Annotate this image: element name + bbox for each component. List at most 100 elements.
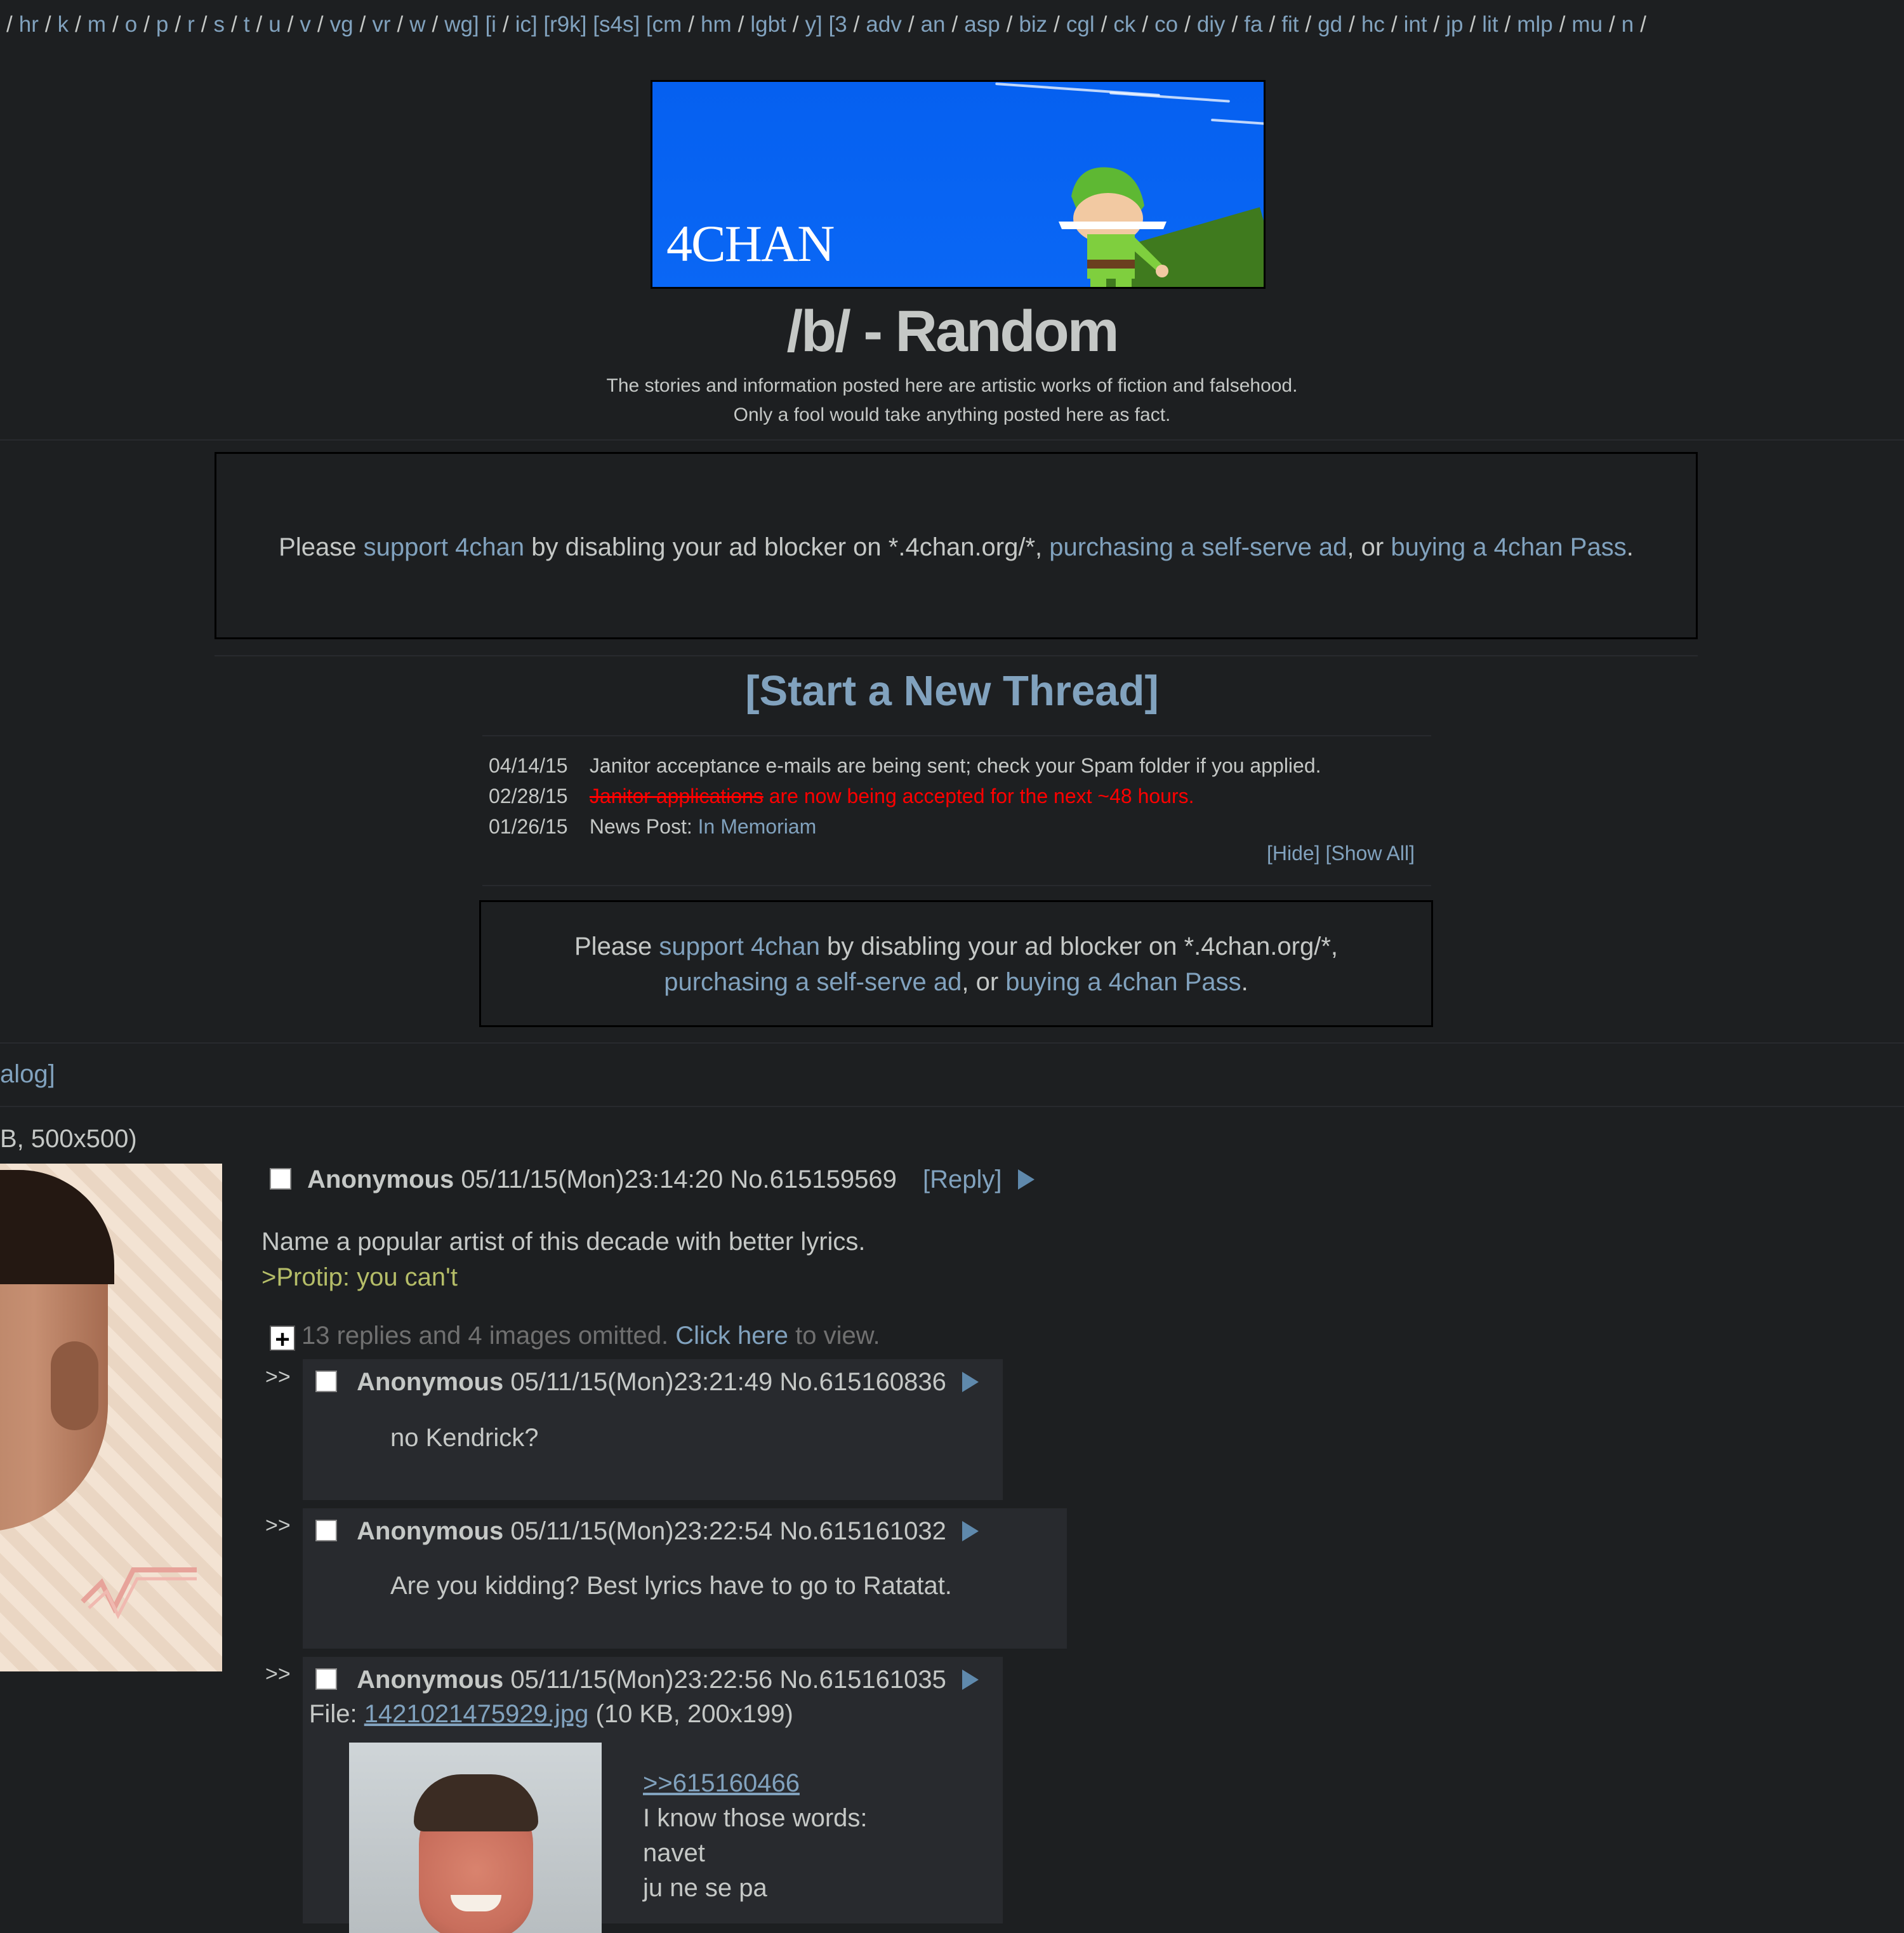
file-name-link[interactable]: 1421021475929.jpg bbox=[364, 1700, 589, 1728]
show-all-news-button[interactable]: [Show All] bbox=[1325, 842, 1415, 865]
post-select-checkbox[interactable] bbox=[315, 1520, 337, 1541]
board-link[interactable]: hr bbox=[19, 12, 39, 37]
reply-message: >>615160466 I know those words: navet ju… bbox=[643, 1766, 868, 1906]
post-datetime: 05/11/15(Mon)23:22:54 bbox=[510, 1517, 773, 1545]
post-number-link[interactable]: No.615161032 bbox=[779, 1517, 946, 1545]
post-menu-arrow-icon[interactable] bbox=[962, 1372, 979, 1392]
post-number-link[interactable]: No.615159569 bbox=[730, 1166, 896, 1193]
catalog-link[interactable]: alog] bbox=[0, 1060, 55, 1089]
reply-message: no Kendrick? bbox=[390, 1424, 539, 1452]
reply-message: Are you kidding? Best lyrics have to go … bbox=[390, 1572, 952, 1600]
board-link[interactable]: v bbox=[300, 12, 311, 37]
expand-thread-icon[interactable]: + bbox=[270, 1325, 295, 1352]
board-link[interactable]: co bbox=[1154, 12, 1178, 37]
post-number-link[interactable]: No.615161035 bbox=[779, 1666, 946, 1694]
4chan-pass-link[interactable]: buying a 4chan Pass bbox=[1391, 533, 1626, 561]
board-link[interactable]: asp bbox=[964, 12, 1000, 37]
board-link[interactable]: n bbox=[1622, 12, 1634, 37]
post-message-line: Name a popular artist of this decade wit… bbox=[261, 1228, 866, 1256]
nav-separator: / bbox=[1142, 12, 1149, 37]
reply-side-arrow: >> bbox=[265, 1662, 291, 1686]
post-menu-arrow-icon[interactable] bbox=[962, 1521, 979, 1541]
board-banner[interactable]: 4CHAN bbox=[651, 80, 1266, 289]
post-select-checkbox[interactable] bbox=[315, 1668, 337, 1690]
post-number-link[interactable]: No.615160836 bbox=[779, 1368, 946, 1396]
board-link[interactable]: biz bbox=[1019, 12, 1047, 37]
support-4chan-link[interactable]: support 4chan bbox=[659, 933, 820, 960]
board-link[interactable]: ic] [r9k] [s4s] [cm bbox=[515, 12, 682, 37]
board-subtitle: The stories and information posted here … bbox=[0, 371, 1904, 430]
nav-separator: / bbox=[792, 12, 799, 37]
board-link[interactable]: o bbox=[125, 12, 137, 37]
board-link[interactable]: ck bbox=[1113, 12, 1135, 37]
nav-separator: / bbox=[1609, 12, 1615, 37]
board-link[interactable]: int bbox=[1404, 12, 1427, 37]
nav-separator: / bbox=[1391, 12, 1398, 37]
reply-message-line: ju ne se pa bbox=[643, 1874, 767, 1902]
reply-thumbnail-image[interactable] bbox=[349, 1743, 602, 1933]
quote-link[interactable]: >>615160466 bbox=[643, 1769, 800, 1797]
ad-notice-text: Please bbox=[574, 933, 659, 960]
news-item: 02/28/15 Janitor applications are now be… bbox=[489, 781, 1428, 811]
start-new-thread-label[interactable]: [Start a New Thread] bbox=[745, 667, 1159, 715]
board-link[interactable]: u bbox=[268, 12, 281, 37]
board-link[interactable]: wg] [i bbox=[444, 12, 496, 37]
nav-separator: / bbox=[44, 12, 51, 37]
board-link[interactable]: w bbox=[409, 12, 425, 37]
board-link[interactable]: lgbt bbox=[750, 12, 786, 37]
view-thread-link[interactable]: Click here bbox=[675, 1322, 788, 1350]
news-post-link[interactable]: In Memoriam bbox=[698, 815, 817, 838]
news-controls: [Hide] [Show All] bbox=[1267, 842, 1415, 865]
nav-separator: / bbox=[143, 12, 150, 37]
board-link[interactable]: hc bbox=[1361, 12, 1385, 37]
board-link[interactable]: jp bbox=[1446, 12, 1463, 37]
nav-separator: / bbox=[1269, 12, 1276, 37]
4chan-pass-link[interactable]: buying a 4chan Pass bbox=[1005, 968, 1241, 996]
post-menu-arrow-icon[interactable] bbox=[1017, 1169, 1035, 1190]
board-link[interactable]: cgl bbox=[1066, 12, 1095, 37]
board-link[interactable]: diy bbox=[1197, 12, 1226, 37]
board-link[interactable]: t bbox=[244, 12, 250, 37]
board-link[interactable]: p bbox=[156, 12, 168, 37]
board-link[interactable]: vr bbox=[372, 12, 390, 37]
nav-separator: / bbox=[1349, 12, 1355, 37]
news-date: 04/14/15 bbox=[489, 754, 568, 777]
board-link[interactable]: y] [3 bbox=[805, 12, 847, 37]
hide-news-button[interactable]: [Hide] bbox=[1267, 842, 1320, 865]
news-strike-link[interactable]: Janitor applications bbox=[590, 785, 764, 807]
post-menu-arrow-icon[interactable] bbox=[962, 1670, 979, 1690]
support-4chan-link[interactable]: support 4chan bbox=[364, 533, 525, 561]
board-link[interactable]: mlp bbox=[1517, 12, 1552, 37]
self-serve-ad-link[interactable]: purchasing a self-serve ad bbox=[1049, 533, 1347, 561]
op-thumbnail-image[interactable] bbox=[0, 1164, 222, 1671]
nav-separator: / bbox=[502, 12, 509, 37]
reply-link[interactable]: [Reply] bbox=[923, 1166, 1002, 1193]
nav-separator: / bbox=[287, 12, 294, 37]
reply-header: Anonymous 05/11/15(Mon)23:21:49 No.61516… bbox=[315, 1368, 979, 1397]
board-link[interactable]: k bbox=[58, 12, 69, 37]
reply-post: Anonymous 05/11/15(Mon)23:21:49 No.61516… bbox=[303, 1359, 1003, 1500]
board-link[interactable]: r bbox=[187, 12, 195, 37]
board-link[interactable]: mu bbox=[1571, 12, 1603, 37]
board-link[interactable]: fit bbox=[1281, 12, 1299, 37]
divider bbox=[0, 1106, 1904, 1107]
op-post-body: Name a popular artist of this decade wit… bbox=[261, 1224, 866, 1295]
board-link[interactable]: gd bbox=[1318, 12, 1342, 37]
nav-separator: / bbox=[1006, 12, 1013, 37]
board-link[interactable]: an bbox=[921, 12, 946, 37]
board-link[interactable]: vg bbox=[330, 12, 354, 37]
op-post-header: Anonymous 05/11/15(Mon)23:14:20 No.61515… bbox=[270, 1166, 1035, 1194]
start-new-thread-link[interactable]: [Start a New Thread] bbox=[0, 667, 1904, 715]
board-link[interactable]: fa bbox=[1244, 12, 1262, 37]
board-link[interactable]: lit bbox=[1482, 12, 1498, 37]
nav-separator: / bbox=[853, 12, 860, 37]
self-serve-ad-link[interactable]: purchasing a self-serve ad bbox=[664, 968, 962, 996]
news-text: are now being accepted for the next ~48 … bbox=[763, 785, 1194, 807]
post-select-checkbox[interactable] bbox=[315, 1371, 337, 1392]
board-link[interactable]: s bbox=[214, 12, 225, 37]
post-select-checkbox[interactable] bbox=[270, 1168, 291, 1190]
file-label: File: bbox=[309, 1700, 364, 1728]
board-link[interactable]: m bbox=[88, 12, 106, 37]
board-link[interactable]: hm bbox=[701, 12, 732, 37]
board-link[interactable]: adv bbox=[866, 12, 901, 37]
